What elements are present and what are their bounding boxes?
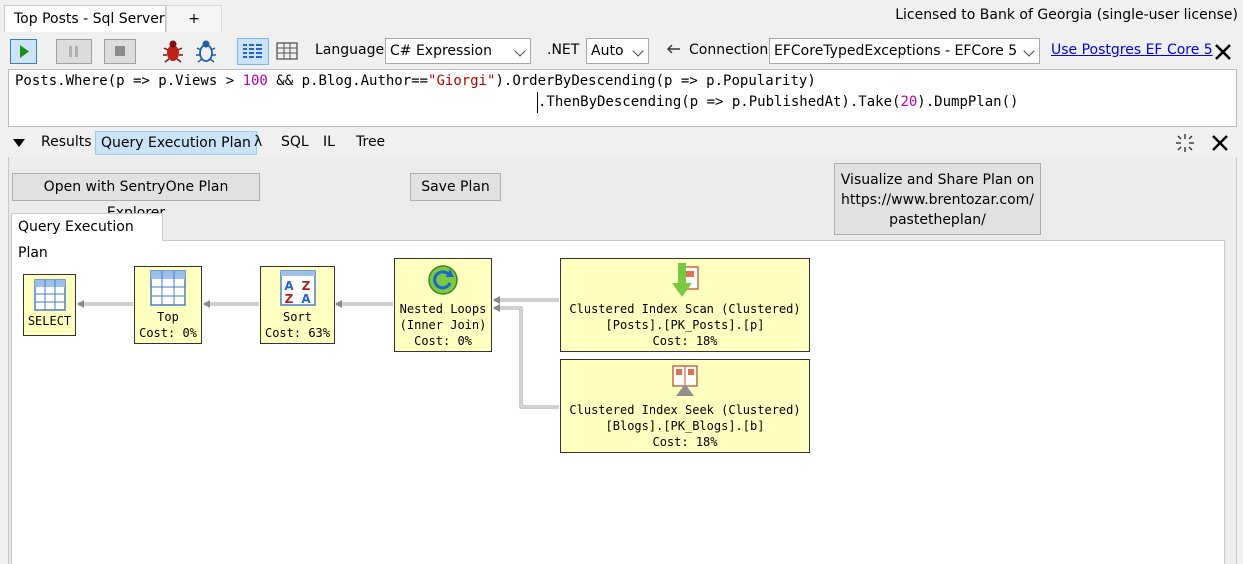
code-text: && p.Blog.Author== bbox=[267, 73, 429, 89]
license-text: Licensed to Bank of Georgia (single-user… bbox=[895, 7, 1238, 23]
tab-top-posts[interactable]: Top Posts - Sql Server bbox=[4, 5, 166, 32]
play-icon bbox=[20, 45, 29, 58]
svg-text:Z: Z bbox=[284, 292, 293, 306]
node-cost: Cost: 0% bbox=[139, 326, 197, 340]
svg-text:A: A bbox=[301, 292, 311, 306]
node-label-2: [Blogs].[PK_Blogs].[b] bbox=[605, 419, 765, 433]
collapse-triangle-icon[interactable] bbox=[12, 137, 26, 149]
code-string: "Giorgi" bbox=[428, 73, 496, 89]
tab-il[interactable]: IL bbox=[323, 131, 335, 155]
code-number: 100 bbox=[242, 73, 268, 89]
node-label: Sort bbox=[283, 310, 312, 324]
tab-label: Top Posts - Sql Server bbox=[14, 11, 165, 27]
visualize-line-3: pastetheplan/ bbox=[889, 212, 986, 228]
net-label: .NET bbox=[547, 42, 580, 58]
index-scan-icon bbox=[672, 263, 699, 297]
tab-lambda[interactable]: λ bbox=[254, 131, 262, 155]
plus-label: + bbox=[188, 11, 200, 27]
code-text: .ThenByDescending(p => p.PublishedAt).Ta… bbox=[538, 94, 901, 110]
pause-button[interactable] bbox=[56, 39, 92, 64]
run-button[interactable] bbox=[10, 39, 37, 64]
tab-results[interactable]: Results bbox=[41, 131, 92, 155]
table-icon bbox=[33, 279, 66, 311]
connection-select[interactable]: EFCoreTypedExceptions - EFCore 5 bbox=[769, 38, 1040, 64]
visualize-line-2: https://www.brentozar.com/ bbox=[840, 192, 1035, 208]
open-sentryone-button[interactable]: Open with SentryOne Plan Explorer bbox=[12, 173, 260, 221]
loop-icon bbox=[428, 265, 458, 295]
node-label-2: [Posts].[PK_Posts].[p] bbox=[605, 318, 765, 332]
close-icon[interactable] bbox=[1213, 42, 1233, 62]
plan-node-select[interactable]: SELECT bbox=[23, 274, 76, 336]
editor-line-2: .ThenByDescending(p => p.PublishedAt).Ta… bbox=[537, 92, 1018, 113]
net-select[interactable]: Auto bbox=[586, 38, 649, 64]
language-label: Language bbox=[315, 42, 385, 58]
node-cost: Cost: 18% bbox=[652, 435, 718, 449]
plan-node-sort[interactable]: A Z Z A Sort Cost: 63% bbox=[260, 266, 335, 344]
plan-node-top[interactable]: Top Cost: 0% bbox=[134, 266, 202, 344]
node-cost: Cost: 18% bbox=[652, 334, 718, 348]
tab-tree[interactable]: Tree bbox=[356, 131, 385, 155]
node-label-2: (Inner Join) bbox=[399, 318, 487, 332]
code-text: ).OrderByDescending(p => p.Popularity) bbox=[495, 73, 816, 89]
query-editor[interactable]: Posts.Where(p => p.Views > 100 && p.Blog… bbox=[8, 69, 1237, 127]
language-value: C# Expression bbox=[390, 43, 492, 59]
index-seek-icon bbox=[672, 365, 698, 396]
chevron-down-icon bbox=[1023, 45, 1035, 57]
code-text: ).DumpPlan() bbox=[917, 94, 1019, 110]
new-tab-button[interactable]: + bbox=[166, 5, 222, 32]
chevron-down-icon bbox=[632, 45, 644, 57]
visualize-line-1: Visualize and Share Plan on bbox=[840, 172, 1035, 188]
plan-node-clustered-index-scan[interactable]: Clustered Index Scan (Clustered) [Posts]… bbox=[560, 258, 810, 352]
plan-node-nested-loops[interactable]: Nested Loops (Inner Join) Cost: 0% bbox=[394, 258, 492, 352]
rich-text-grid-icon bbox=[243, 44, 262, 58]
node-label: Nested Loops bbox=[399, 302, 487, 316]
node-cost: Cost: 0% bbox=[414, 334, 472, 348]
net-value: Auto bbox=[591, 43, 624, 59]
chevron-down-icon bbox=[514, 45, 526, 57]
data-grid-icon[interactable] bbox=[274, 39, 300, 64]
node-label: SELECT bbox=[27, 314, 72, 328]
plan-canvas: SELECT Top Cost: 0% A Z Z A Sort Cost: 6… bbox=[11, 240, 1225, 564]
save-plan-button[interactable]: Save Plan bbox=[410, 173, 501, 201]
tab-query-execution-plan[interactable]: Query Execution Plan bbox=[95, 131, 257, 155]
svg-text:Z: Z bbox=[301, 279, 310, 293]
close-results-icon[interactable] bbox=[1211, 134, 1229, 152]
node-label: Top bbox=[157, 310, 179, 324]
svg-text:A: A bbox=[284, 279, 294, 293]
plan-inner-tab[interactable]: Query Execution Plan bbox=[11, 213, 163, 261]
node-cost: Cost: 63% bbox=[264, 326, 331, 340]
sort-icon: A Z Z A bbox=[279, 270, 316, 306]
stop-button[interactable] bbox=[104, 39, 136, 64]
table-icon bbox=[150, 270, 186, 306]
plan-node-clustered-index-seek[interactable]: Clustered Index Seek (Clustered) [Blogs]… bbox=[560, 359, 810, 453]
node-label: Clustered Index Scan (Clustered) bbox=[569, 302, 801, 316]
back-arrow-icon bbox=[667, 44, 680, 54]
rich-text-grid-button[interactable] bbox=[237, 38, 269, 65]
pause-icon bbox=[69, 46, 78, 57]
bug-step-icon[interactable] bbox=[193, 38, 219, 64]
language-select[interactable]: C# Expression bbox=[385, 38, 531, 64]
stop-icon bbox=[115, 46, 125, 56]
undock-icon[interactable] bbox=[1174, 132, 1196, 154]
node-label: Clustered Index Seek (Clustered) bbox=[569, 403, 801, 417]
editor-line-1: Posts.Where(p => p.Views > 100 && p.Blog… bbox=[15, 71, 816, 92]
connection-label: Connection bbox=[689, 42, 769, 58]
bug-icon[interactable] bbox=[160, 38, 186, 64]
code-number: 20 bbox=[900, 94, 918, 110]
use-postgres-link[interactable]: Use Postgres EF Core 5 bbox=[1051, 42, 1213, 58]
code-text: Posts.Where(p => p.Views > bbox=[15, 73, 243, 89]
visualize-share-button[interactable]: Visualize and Share Plan on https://www.… bbox=[834, 163, 1041, 235]
tab-sql[interactable]: SQL bbox=[281, 131, 309, 155]
connection-value: EFCoreTypedExceptions - EFCore 5 bbox=[774, 43, 1018, 59]
